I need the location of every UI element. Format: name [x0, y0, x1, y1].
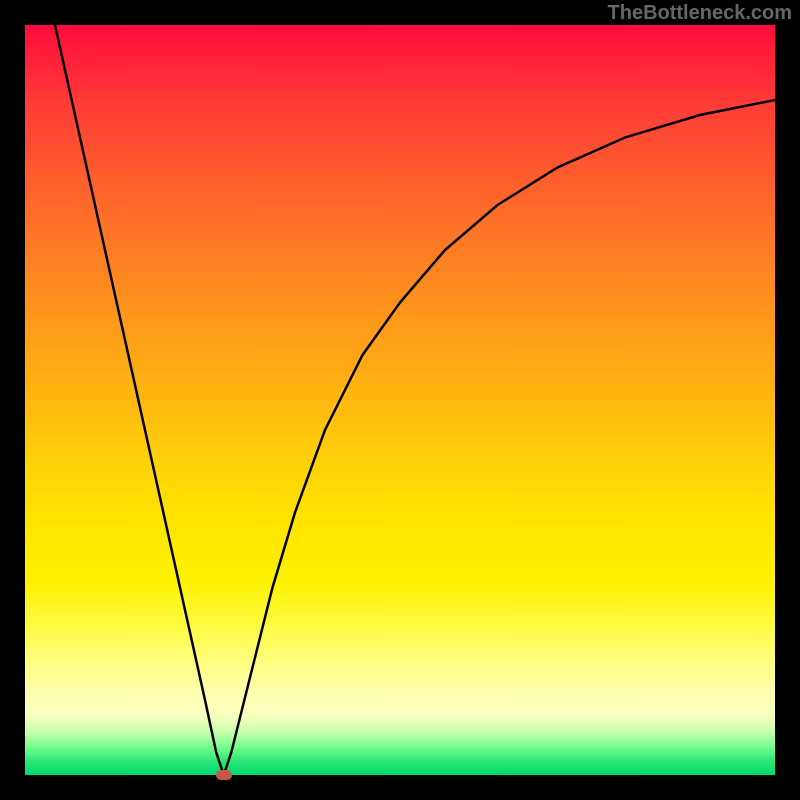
watermark-text: TheBottleneck.com: [608, 2, 792, 25]
bottleneck-curve: [55, 25, 775, 775]
minimum-marker: [216, 770, 232, 780]
curve-svg: [25, 25, 775, 775]
chart-area: [25, 25, 775, 775]
